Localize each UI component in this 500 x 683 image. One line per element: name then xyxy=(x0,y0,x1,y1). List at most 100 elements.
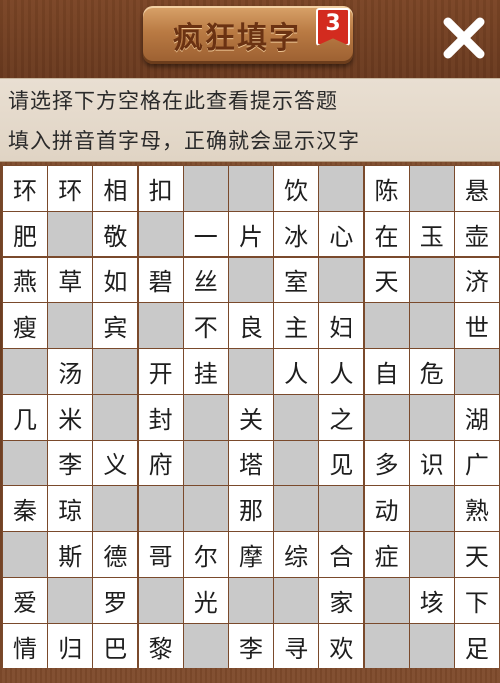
grid-cell-filled[interactable]: 德 xyxy=(93,532,138,577)
grid-cell-filled[interactable]: 动 xyxy=(364,486,409,532)
close-button[interactable] xyxy=(440,14,488,62)
grid-cell-filled[interactable]: 汤 xyxy=(48,349,93,394)
grid-cell-filled[interactable]: 开 xyxy=(138,349,183,394)
grid-cell-filled[interactable]: 黎 xyxy=(138,623,183,669)
grid-cell-empty[interactable] xyxy=(138,578,183,623)
grid-cell-empty[interactable] xyxy=(93,349,138,394)
grid-cell-filled[interactable]: 宾 xyxy=(93,303,138,348)
grid-cell-filled[interactable]: 湖 xyxy=(454,394,499,440)
grid-cell-filled[interactable]: 爱 xyxy=(3,578,47,623)
grid-cell-filled[interactable]: 室 xyxy=(274,257,319,303)
grid-cell-filled[interactable]: 玉 xyxy=(409,211,454,257)
grid-cell-filled[interactable]: 片 xyxy=(228,211,273,257)
grid-cell-filled[interactable]: 合 xyxy=(319,532,364,577)
grid-cell-empty[interactable] xyxy=(319,257,364,303)
grid-cell-empty[interactable] xyxy=(183,440,228,486)
grid-cell-empty[interactable] xyxy=(274,394,319,440)
grid-cell-empty[interactable] xyxy=(3,440,47,486)
grid-cell-filled[interactable]: 壶 xyxy=(454,211,499,257)
grid-cell-empty[interactable] xyxy=(228,349,273,394)
grid-cell-filled[interactable]: 归 xyxy=(48,623,93,669)
grid-cell-filled[interactable]: 妇 xyxy=(319,303,364,348)
grid-cell-filled[interactable]: 冰 xyxy=(274,211,319,257)
grid-cell-empty[interactable] xyxy=(183,486,228,532)
grid-cell-empty[interactable] xyxy=(364,303,409,348)
grid-cell-filled[interactable]: 府 xyxy=(138,440,183,486)
grid-cell-filled[interactable]: 悬 xyxy=(454,166,499,211)
grid-cell-filled[interactable]: 之 xyxy=(319,394,364,440)
grid-cell-filled[interactable]: 肥 xyxy=(3,211,47,257)
grid-cell-empty[interactable] xyxy=(409,532,454,577)
grid-cell-empty[interactable] xyxy=(409,623,454,669)
grid-cell-empty[interactable] xyxy=(364,623,409,669)
grid-cell-filled[interactable]: 罗 xyxy=(93,578,138,623)
grid-cell-filled[interactable]: 自 xyxy=(364,349,409,394)
grid-cell-filled[interactable]: 良 xyxy=(228,303,273,348)
grid-cell-empty[interactable] xyxy=(183,166,228,211)
grid-cell-empty[interactable] xyxy=(183,623,228,669)
grid-cell-filled[interactable]: 李 xyxy=(48,440,93,486)
grid-cell-empty[interactable] xyxy=(364,578,409,623)
grid-cell-empty[interactable] xyxy=(48,578,93,623)
grid-cell-filled[interactable]: 危 xyxy=(409,349,454,394)
grid-cell-filled[interactable]: 天 xyxy=(364,257,409,303)
grid-cell-empty[interactable] xyxy=(93,486,138,532)
grid-cell-filled[interactable]: 琼 xyxy=(48,486,93,532)
grid-cell-empty[interactable] xyxy=(183,394,228,440)
grid-cell-filled[interactable]: 识 xyxy=(409,440,454,486)
grid-cell-filled[interactable]: 李 xyxy=(228,623,273,669)
grid-cell-filled[interactable]: 几 xyxy=(3,394,47,440)
grid-cell-empty[interactable] xyxy=(3,532,47,577)
grid-cell-filled[interactable]: 挂 xyxy=(183,349,228,394)
grid-cell-empty[interactable] xyxy=(364,394,409,440)
grid-cell-filled[interactable]: 家 xyxy=(319,578,364,623)
grid-cell-filled[interactable]: 瘦 xyxy=(3,303,47,348)
grid-cell-empty[interactable] xyxy=(228,166,273,211)
grid-cell-empty[interactable] xyxy=(93,394,138,440)
grid-cell-filled[interactable]: 人 xyxy=(319,349,364,394)
grid-cell-filled[interactable]: 关 xyxy=(228,394,273,440)
grid-cell-filled[interactable]: 环 xyxy=(3,166,47,211)
grid-cell-filled[interactable]: 欢 xyxy=(319,623,364,669)
grid-cell-empty[interactable] xyxy=(409,303,454,348)
grid-cell-filled[interactable]: 情 xyxy=(3,623,47,669)
grid-cell-filled[interactable]: 广 xyxy=(454,440,499,486)
grid-cell-filled[interactable]: 如 xyxy=(93,257,138,303)
grid-cell-filled[interactable]: 义 xyxy=(93,440,138,486)
grid-cell-empty[interactable] xyxy=(48,303,93,348)
grid-cell-filled[interactable]: 那 xyxy=(228,486,273,532)
grid-cell-empty[interactable] xyxy=(409,257,454,303)
grid-cell-empty[interactable] xyxy=(138,486,183,532)
grid-cell-filled[interactable]: 秦 xyxy=(3,486,47,532)
grid-cell-empty[interactable] xyxy=(409,394,454,440)
grid-cell-empty[interactable] xyxy=(409,486,454,532)
grid-cell-filled[interactable]: 症 xyxy=(364,532,409,577)
grid-cell-empty[interactable] xyxy=(138,211,183,257)
grid-cell-filled[interactable]: 摩 xyxy=(228,532,273,577)
grid-cell-filled[interactable]: 敬 xyxy=(93,211,138,257)
grid-cell-empty[interactable] xyxy=(274,440,319,486)
grid-cell-filled[interactable]: 丝 xyxy=(183,257,228,303)
grid-cell-filled[interactable]: 不 xyxy=(183,303,228,348)
grid-cell-filled[interactable]: 斯 xyxy=(48,532,93,577)
grid-cell-filled[interactable]: 封 xyxy=(138,394,183,440)
grid-cell-filled[interactable]: 熟 xyxy=(454,486,499,532)
grid-cell-filled[interactable]: 巴 xyxy=(93,623,138,669)
grid-cell-filled[interactable]: 相 xyxy=(93,166,138,211)
grid-cell-filled[interactable]: 燕 xyxy=(3,257,47,303)
grid-cell-empty[interactable] xyxy=(274,578,319,623)
grid-cell-filled[interactable]: 米 xyxy=(48,394,93,440)
grid-cell-filled[interactable]: 陈 xyxy=(364,166,409,211)
grid-cell-filled[interactable]: 光 xyxy=(183,578,228,623)
hint-panel[interactable]: 请选择下方空格在此查看提示答题 填入拼音首字母，正确就会显示汉字 xyxy=(0,78,500,162)
grid-cell-filled[interactable]: 综 xyxy=(274,532,319,577)
grid-cell-empty[interactable] xyxy=(228,257,273,303)
grid-cell-filled[interactable]: 哥 xyxy=(138,532,183,577)
grid-cell-filled[interactable]: 一 xyxy=(183,211,228,257)
grid-cell-filled[interactable]: 塔 xyxy=(228,440,273,486)
grid-cell-filled[interactable]: 见 xyxy=(319,440,364,486)
grid-cell-filled[interactable]: 天 xyxy=(454,532,499,577)
grid-cell-filled[interactable]: 足 xyxy=(454,623,499,669)
grid-cell-filled[interactable]: 世 xyxy=(454,303,499,348)
grid-cell-filled[interactable]: 在 xyxy=(364,211,409,257)
